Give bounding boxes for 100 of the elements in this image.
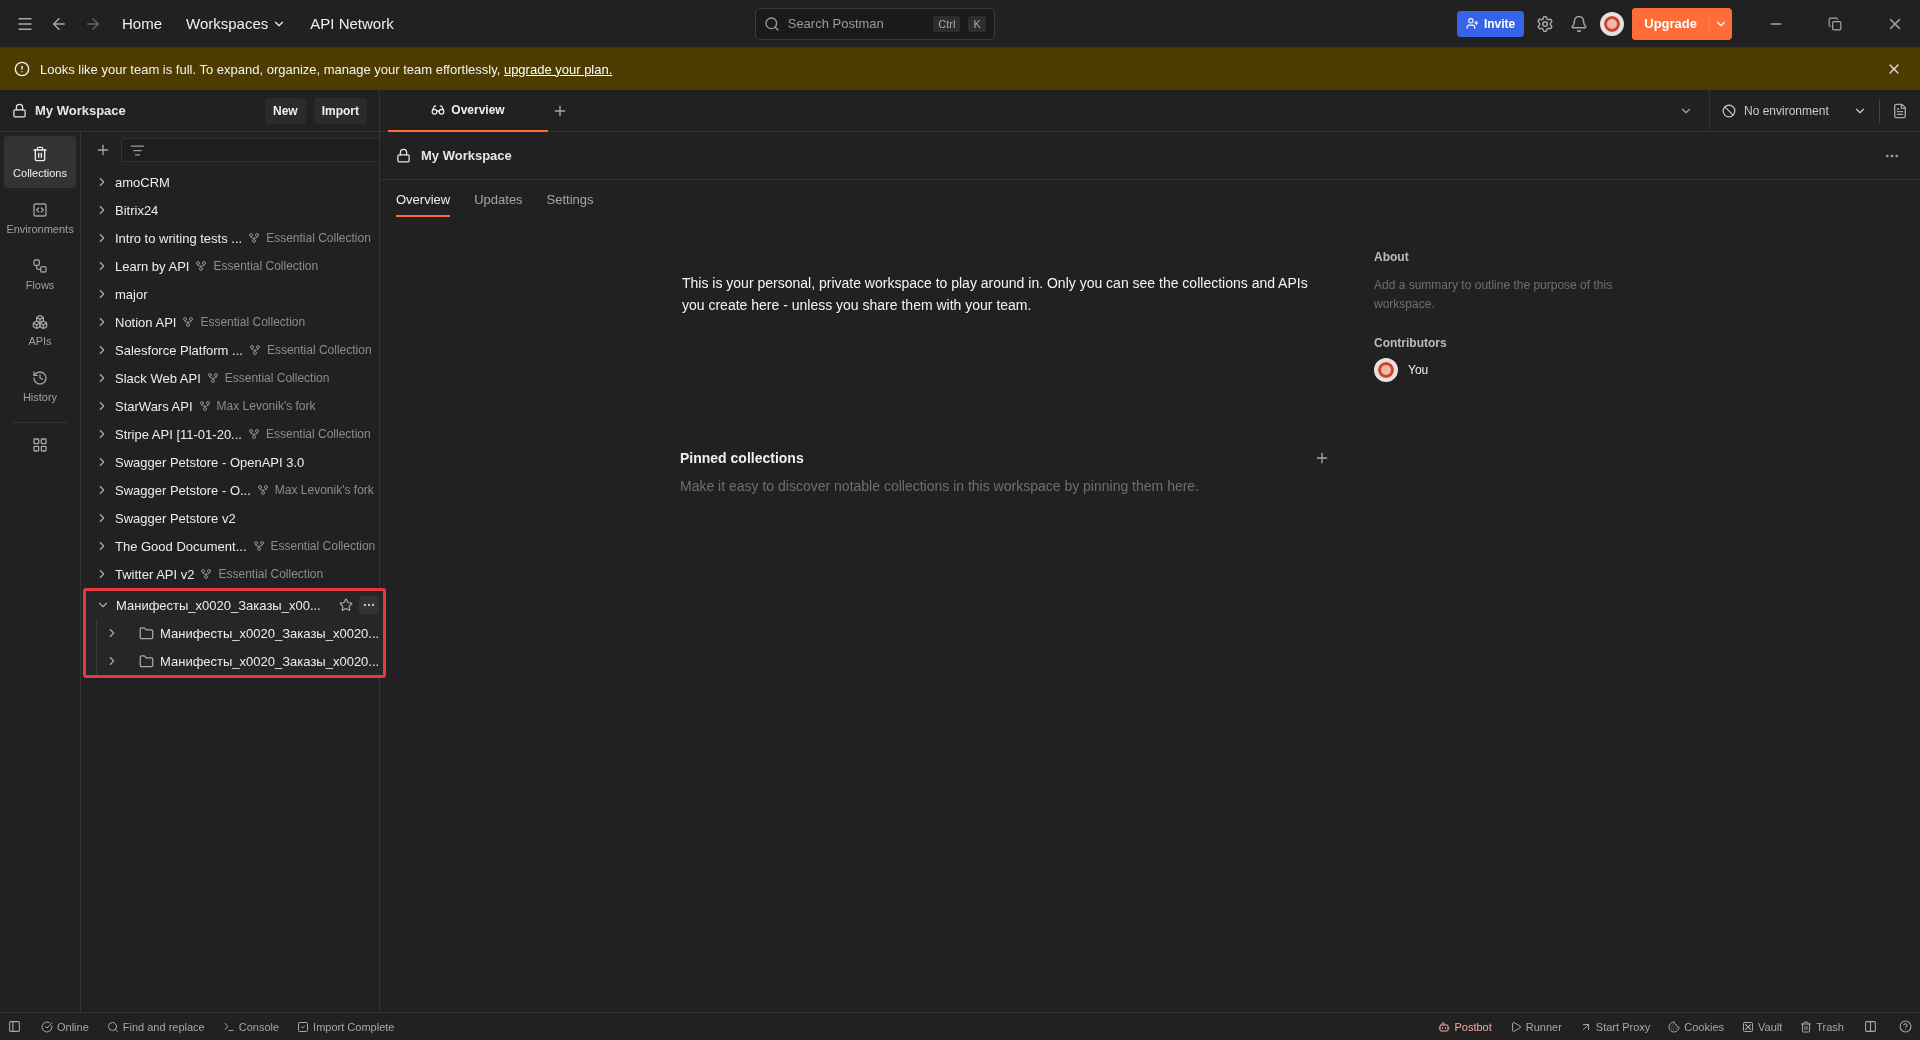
status-item[interactable]: Cookies: [1666, 1018, 1726, 1035]
collection-name[interactable]: The Good Document...: [115, 538, 247, 554]
fork-label: Essential Collection: [200, 315, 306, 329]
banner-message: Looks like your team is full. To expand, organize, manage your team effortlessly, upgrade your plan.: [40, 61, 614, 77]
fork-icon: [248, 344, 261, 356]
status-item[interactable]: Postbot: [1436, 1018, 1494, 1035]
sidebar-tab[interactable]: Environments: [4, 192, 76, 244]
fork-label: Essential Collection: [265, 427, 371, 441]
collection-name[interactable]: StarWars API: [115, 398, 193, 414]
fork-label: Essential Collection: [213, 259, 319, 273]
about-heading: About: [1374, 250, 1410, 264]
collection-name[interactable]: major: [115, 286, 148, 302]
contributor-name: You: [1408, 363, 1429, 377]
status-item[interactable]: Console: [220, 1018, 282, 1035]
check-circle-icon: [41, 1020, 53, 1033]
fork-label: Essential Collection: [270, 539, 376, 553]
nav-link[interactable]: Workspaces: [178, 11, 295, 36]
lock-icon: [396, 148, 411, 163]
environment-icon: [32, 201, 48, 218]
bin-icon: [32, 145, 48, 162]
invite-button[interactable]: Invite: [1456, 10, 1525, 37]
pinned-hint: Make it easy to discover notable collections in this workspace by pinning them here.: [680, 478, 1201, 494]
fork-icon: [195, 260, 208, 272]
add-user-icon: [1465, 17, 1479, 30]
search-icon: [763, 15, 780, 32]
nav-link[interactable]: API Network: [302, 11, 402, 36]
workspace-title: My Workspace: [421, 148, 513, 163]
collection-name[interactable]: Swagger Petstore v2: [115, 510, 236, 526]
folder-icon: [139, 653, 154, 669]
cookie-icon: [1668, 1020, 1681, 1033]
fork-icon: [248, 232, 261, 244]
collection-name[interactable]: Stripe API [11-01-20...: [115, 426, 242, 442]
fork-icon: [200, 568, 213, 580]
fork-icon: [256, 484, 269, 496]
sidebar-button[interactable]: New: [264, 97, 306, 124]
fork-icon: [198, 400, 211, 412]
filter-field[interactable]: [121, 138, 381, 162]
collection-name[interactable]: Intro to writing tests ...: [115, 230, 243, 246]
status-item[interactable]: Online: [39, 1018, 91, 1035]
workspace-description: This is your personal, private workspace to play around in. Only you can see the collections and APIs you create here - unless you share them with your team.: [682, 274, 1309, 315]
workspace-name: My Workspace: [35, 103, 127, 118]
glasses-icon: [431, 102, 446, 117]
check-square-icon: [297, 1020, 310, 1033]
avatar-icon[interactable]: [1600, 11, 1625, 36]
collection-name[interactable]: amoCRM: [115, 174, 170, 190]
status-item[interactable]: Runner: [1507, 1018, 1564, 1035]
fork-icon: [247, 428, 260, 440]
collection-name[interactable]: Slack Web API: [115, 370, 201, 386]
search-icon: [106, 1020, 119, 1033]
fork-label: Essential Collection: [266, 231, 371, 245]
collection-name[interactable]: Swagger Petstore - OpenAPI 3.0: [115, 454, 305, 470]
fork-label: Essential Collection: [218, 567, 324, 581]
status-item[interactable]: Import Complete: [295, 1018, 397, 1035]
sidebar-tab[interactable]: History: [4, 360, 76, 412]
fork-label: Essential Collection: [224, 371, 330, 385]
collection-name[interactable]: Learn by API: [115, 258, 190, 274]
sidebar-tab[interactable]: APIs: [4, 304, 76, 356]
lock-icon: [12, 103, 27, 118]
folder-name[interactable]: Манифесты_x0020_Заказы_x0020...: [160, 625, 380, 641]
warning-icon: [14, 61, 30, 77]
folder-name[interactable]: Манифесты_x0020_Заказы_x0020...: [160, 653, 380, 669]
workspace-tab[interactable]: Overview: [396, 183, 451, 217]
history-icon: [32, 369, 48, 386]
upgrade-link[interactable]: upgrade your plan.: [503, 61, 613, 77]
trash-icon: [1800, 1020, 1813, 1033]
environment-select[interactable]: No environment: [1709, 89, 1879, 132]
fork-icon: [206, 372, 219, 384]
status-item[interactable]: Trash: [1798, 1018, 1846, 1035]
flow-icon: [32, 257, 48, 274]
collection-name[interactable]: Twitter API v2: [115, 566, 195, 582]
no-environment-icon: [1722, 103, 1736, 118]
sidebar-button[interactable]: Import: [313, 97, 367, 124]
star-icon[interactable]: [339, 598, 354, 612]
robot-icon: [1438, 1020, 1451, 1033]
search-field[interactable]: Search Postman Ctrl K: [754, 7, 995, 40]
collection-name[interactable]: Notion API: [115, 314, 177, 330]
collection-name[interactable]: Salesforce Platform ...: [115, 342, 243, 358]
collection-name[interactable]: Манифесты_x0020_Заказы_x00...: [116, 597, 321, 613]
filter-icon: [130, 142, 145, 158]
more-button[interactable]: [359, 596, 380, 614]
collection-name[interactable]: Swagger Petstore - O...: [115, 482, 251, 498]
status-item[interactable]: Start Proxy: [1577, 1018, 1653, 1035]
shortcut-key: K: [968, 15, 986, 32]
nav-link[interactable]: Home: [114, 11, 170, 36]
fork-icon: [182, 316, 195, 328]
collection-name[interactable]: Bitrix24: [115, 202, 159, 218]
status-item[interactable]: Vault: [1740, 1018, 1785, 1035]
fork-icon: [252, 540, 265, 552]
workspace-tab[interactable]: Settings: [546, 183, 594, 217]
sidebar-tab[interactable]: Flows: [4, 248, 76, 300]
terminal-icon: [222, 1020, 235, 1033]
fork-label: Max Levonik's fork: [216, 399, 316, 413]
workspace-tab[interactable]: Updates: [474, 183, 523, 217]
avatar-icon: [1374, 358, 1398, 382]
status-item[interactable]: Find and replace: [104, 1018, 207, 1035]
contributors-heading: Contributors: [1374, 336, 1448, 350]
shortcut-key: Ctrl: [933, 15, 961, 32]
fork-label: Essential Collection: [266, 343, 372, 357]
sidebar-tab[interactable]: Collections: [4, 136, 76, 188]
editor-tab[interactable]: Overview: [388, 89, 548, 132]
